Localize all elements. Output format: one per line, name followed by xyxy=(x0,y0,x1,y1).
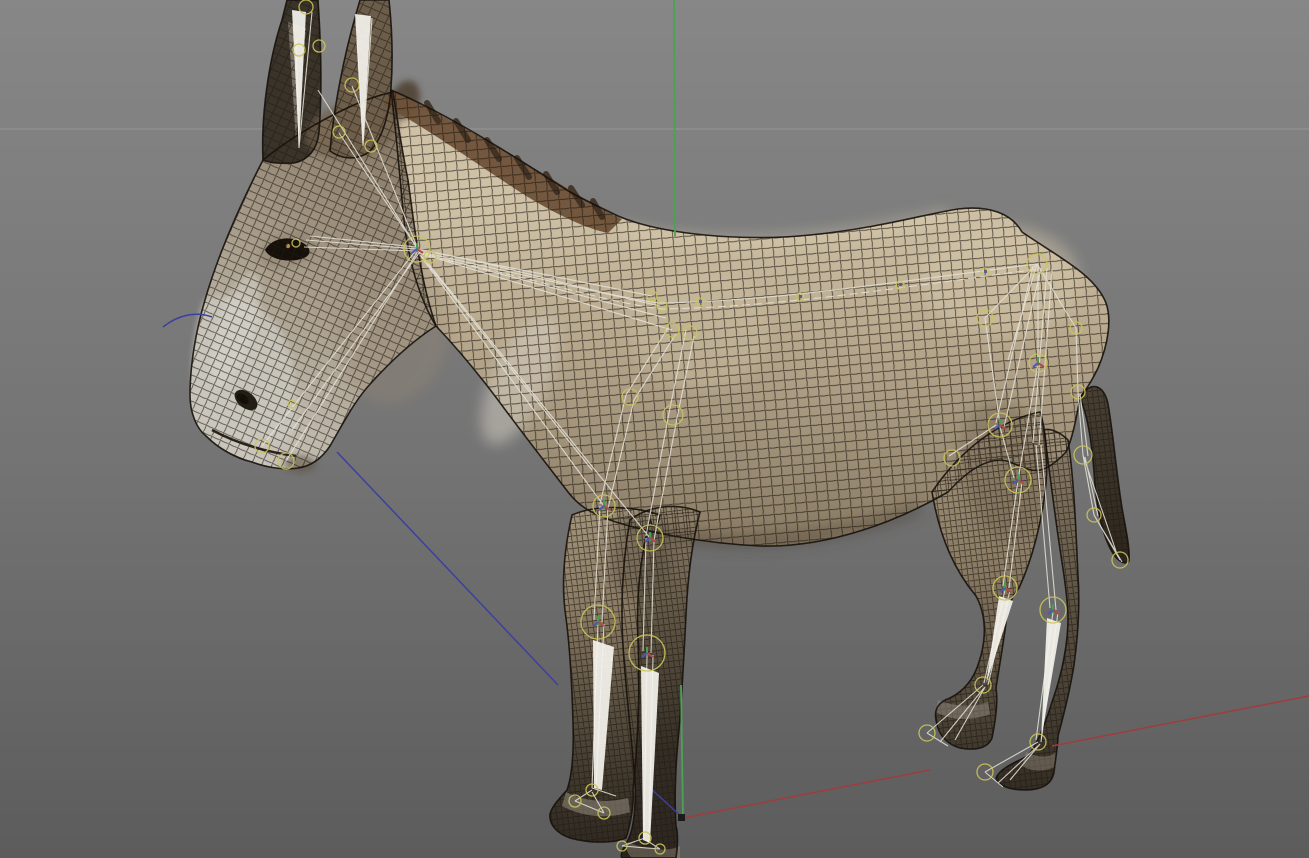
viewport-3d[interactable] xyxy=(0,0,1309,858)
origin-point xyxy=(678,814,685,821)
viewport-canvas[interactable] xyxy=(0,0,1309,858)
